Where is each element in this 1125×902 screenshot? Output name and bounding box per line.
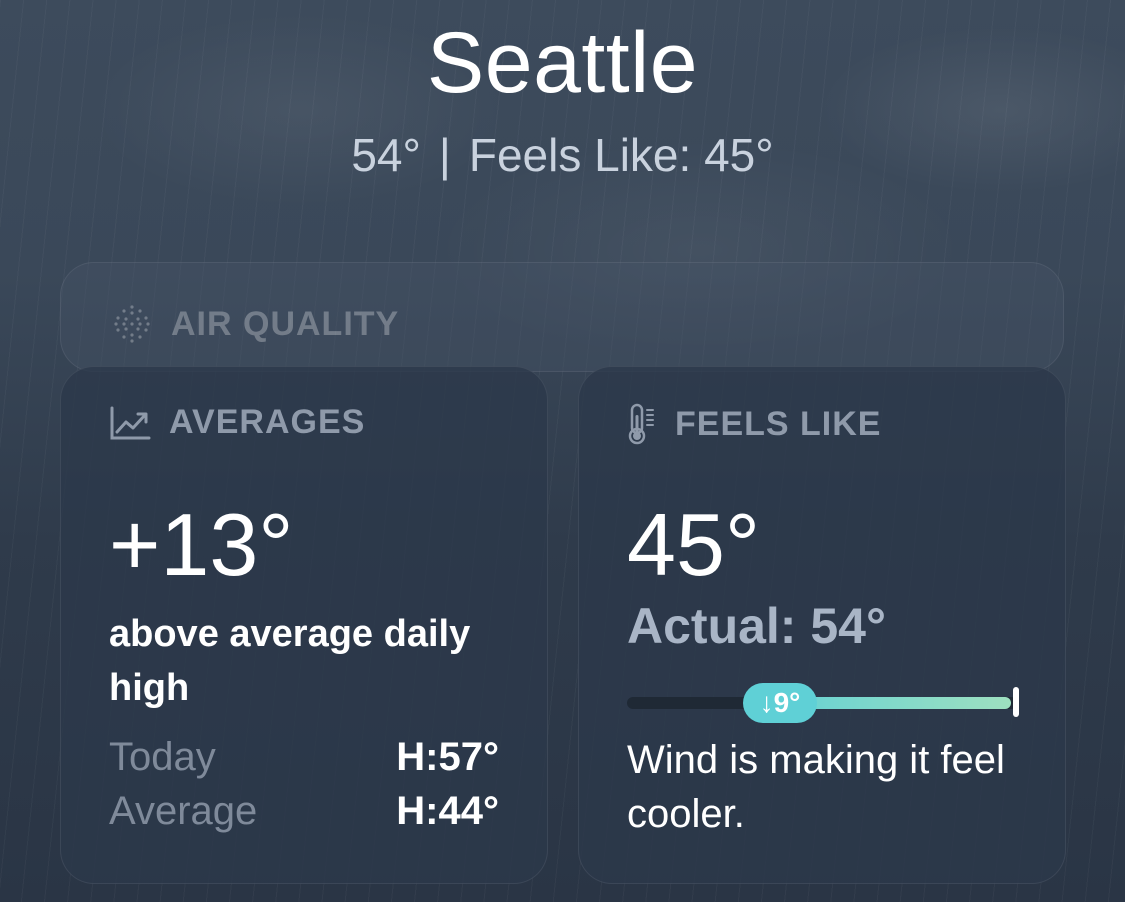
thermometer-icon [628,403,654,445]
average-label: Average [109,789,258,833]
feels-like-value: 45° [627,495,761,594]
dots-grid-icon [114,305,150,343]
current-conditions: 54° | Feels Like: 45° [0,128,1125,182]
feels-like-card[interactable]: FEELS LIKE 45° Actual: 54° ↓9° Wind is m… [578,366,1066,884]
current-temp: 54° [351,129,421,181]
air-quality-title: AIR QUALITY [171,304,400,343]
location-header: Seattle 54° | Feels Like: 45° [0,14,1125,182]
average-high: H:44° [396,789,499,833]
feels-like-title: FEELS LIKE [675,404,882,443]
separator: | [438,129,451,181]
actual-temp: Actual: 54° [627,598,886,654]
averages-header: AVERAGES [109,403,365,442]
averages-title: AVERAGES [169,403,366,441]
feels-like-summary: Feels Like: 45° [468,129,774,181]
feels-like-note: Wind is making it feel cooler. [627,738,1005,836]
temp-difference-badge: ↓9° [743,683,817,723]
chart-trend-icon [110,406,151,439]
average-row: Average H:44° [109,789,499,834]
city-name: Seattle [426,15,699,111]
today-label: Today [109,735,216,779]
averages-value: +13° [109,495,294,594]
air-quality-header: AIR QUALITY [111,303,399,345]
air-quality-card[interactable]: AIR QUALITY [60,262,1064,372]
averages-description: above average daily high [109,613,471,709]
today-row: Today H:57° [109,735,499,780]
feels-like-header: FEELS LIKE [627,403,881,445]
today-high: H:57° [396,735,499,779]
averages-card[interactable]: AVERAGES +13° above average daily high T… [60,366,548,884]
actual-temp-marker [1013,687,1019,717]
